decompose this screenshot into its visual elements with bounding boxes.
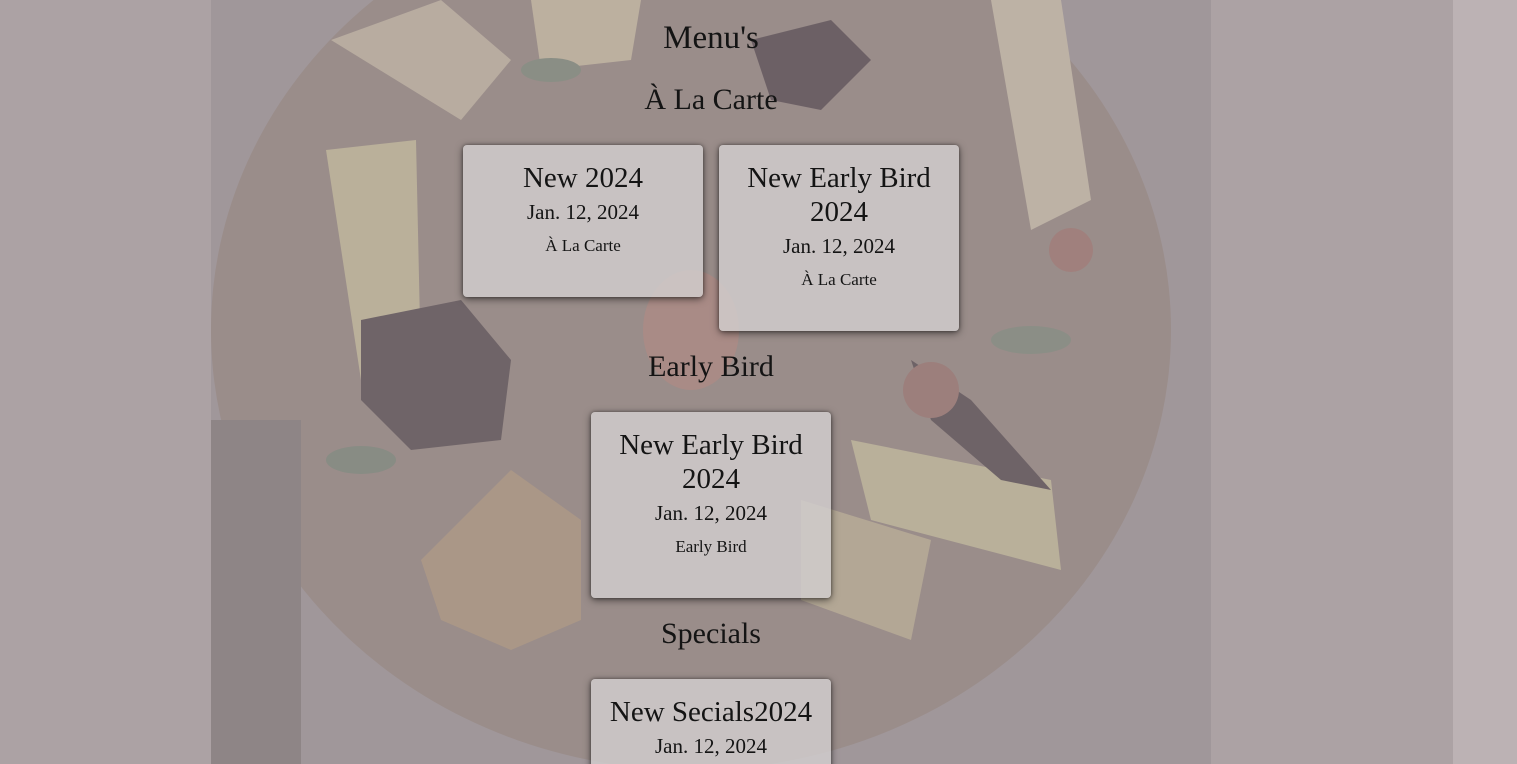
menu-card-title: New 2024 [522,162,643,194]
page: Menu's À La Carte New 2024 Jan. 12, 2024… [0,0,1517,764]
section-title-early-bird: Early Bird [648,350,774,383]
page-title: Menu's [663,20,759,56]
menu-card-date: Jan. 12, 2024 [783,234,895,258]
menu-card-date: Jan. 12, 2024 [655,734,767,758]
menu-card[interactable]: New Early Bird 2024 Jan. 12, 2024 Early … [591,412,831,598]
menu-card-date: Jan. 12, 2024 [655,501,767,525]
scrollbar-area [1453,0,1517,764]
menu-card-category: À La Carte [801,270,877,289]
menu-card-category: À La Carte [545,236,621,255]
menu-card[interactable]: New 2024 Jan. 12, 2024 À La Carte [463,145,703,297]
section-title-a-la-carte: À La Carte [644,83,778,116]
menu-card-title: New Early Bird 2024 [619,429,803,495]
menu-card-title: New Secials2024 [609,696,813,728]
section-title-specials: Specials [661,617,761,650]
menu-card-date: Jan. 12, 2024 [527,200,639,224]
menu-card-category: Early Bird [675,537,747,556]
menu-card[interactable]: New Early Bird 2024 Jan. 12, 2024 À La C… [719,145,959,331]
menus-content: Menu's À La Carte New 2024 Jan. 12, 2024… [211,0,1211,764]
menu-card[interactable]: New Secials2024 Jan. 12, 2024 [591,679,831,764]
menu-card-title: New Early Bird 2024 [747,162,931,228]
